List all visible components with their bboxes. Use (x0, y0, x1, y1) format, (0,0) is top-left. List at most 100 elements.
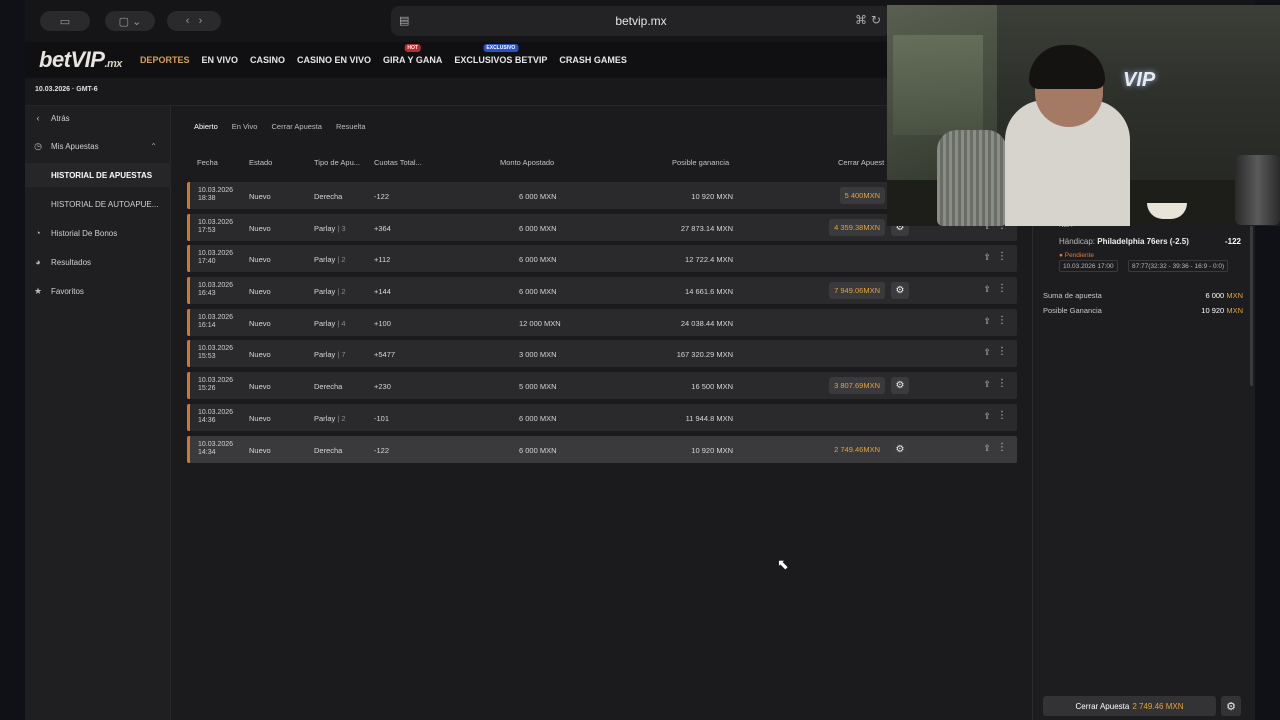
sidebar-item-favorites[interactable]: ★ Favoritos (25, 279, 171, 303)
back-link[interactable]: ‹ Atrás (25, 106, 171, 130)
nav-item-3[interactable]: CASINO EN VIVO (297, 55, 371, 65)
chevron-up-icon: ⌃ (150, 141, 157, 151)
bet-payout: 12 722.4 MXN (685, 255, 733, 265)
main-nav: DEPORTES EN VIVO CASINO CASINO EN VIVO GIRA … (140, 44, 627, 65)
my-bets-menu[interactable]: ◷ Mis Apuestas ⌃ (25, 134, 171, 158)
cashout-amount-button[interactable]: 2 749.46MXN (829, 441, 885, 458)
page-menu-icon[interactable]: ▤ (399, 14, 409, 27)
bet-payout: 11 944.8 MXN (685, 413, 733, 423)
bet-stake: 12 000 MXN (519, 318, 561, 328)
share-icon[interactable]: ⇪ (983, 284, 991, 295)
payout-row: Posible Ganancia 10 920 MXN (1043, 306, 1243, 315)
table-row[interactable]: 10.03.2026 16:43 Nuevo Parlay | 2 +144 6 000 … (187, 277, 1017, 305)
nav-item-6[interactable]: CRASH GAMES (559, 55, 627, 65)
bet-payout: 10 920 MXN (691, 445, 733, 455)
nav-item-2[interactable]: CASINO (250, 55, 285, 65)
back-forward-buttons[interactable]: ‹ › (167, 11, 221, 31)
more-options-icon[interactable]: ⋮ (997, 251, 1007, 262)
bet-datetime: 10.03.2026 17:53 (198, 218, 234, 234)
more-options-icon[interactable]: ⋮ (997, 346, 1007, 357)
mouse-cursor-icon: ⬉ (777, 556, 789, 572)
cashout-button[interactable]: Cerrar Apuesta 2 749.46 MXN (1043, 696, 1216, 716)
nav-item-1[interactable]: EN VIVO (201, 55, 238, 65)
translate-reload-icons[interactable]: ⌘↻ (855, 13, 885, 27)
gear-icon[interactable]: ⚙ (891, 377, 909, 395)
nav-item-0[interactable]: DEPORTES (140, 55, 190, 65)
cashout-amount-button[interactable]: 5 400MXN (839, 187, 885, 204)
gear-icon[interactable]: ⚙ (891, 440, 909, 458)
bet-status: Nuevo (249, 382, 271, 392)
more-options-icon[interactable]: ⋮ (997, 315, 1007, 326)
bet-payout: 167 320.29 MXN (676, 350, 733, 360)
cashout-settings-gear-icon[interactable]: ⚙ (1221, 696, 1241, 716)
col-date[interactable]: Fecha (197, 158, 218, 167)
share-icon[interactable]: ⇪ (983, 252, 991, 263)
bet-payout: 16 500 MXN (691, 382, 733, 392)
nav-item-5[interactable]: EXCLUSIVOS BETVIP EXCLUSIVO (454, 44, 547, 65)
more-options-icon[interactable]: ⋮ (997, 442, 1007, 453)
more-options-icon[interactable]: ⋮ (997, 378, 1007, 389)
share-icon[interactable]: ⇪ (983, 443, 991, 454)
cashout-amount-button[interactable]: 4 359.38MXN (829, 218, 885, 236)
kickoff-time: 10.03.2026 17:00 (1059, 260, 1118, 272)
office-chair (937, 130, 1007, 226)
handicap-line: Hándicap: Philadelphia 76ers (-2.5) (1059, 237, 1189, 246)
bet-stake: 6 000 MXN (519, 287, 557, 297)
bet-stake: 6 000 MXN (519, 445, 557, 455)
bet-type: Derecha (314, 382, 343, 392)
sidebar-item-bet-history[interactable]: HISTORIAL DE APUESTAS (25, 163, 171, 187)
bet-stake: 6 000 MXN (519, 192, 557, 201)
sidebar-item-results[interactable]: ◕ Resultados (25, 250, 171, 274)
bet-type: Parlay | 3 (314, 223, 346, 233)
table-row[interactable]: 10.03.2026 16:14 Nuevo Parlay | 4 +100 12 000… (187, 308, 1017, 336)
address-bar[interactable]: ▤ betvip.mx ⌘↻ (391, 6, 891, 36)
share-icon[interactable]: ⇪ (983, 379, 991, 390)
table-row[interactable]: 10.03.2026 14:34 Nuevo Derecha -122 6 000 MXN… (187, 435, 1017, 463)
sidebar-item-auto-history[interactable]: HISTORIAL DE AUTOAPUE... (25, 192, 171, 216)
cashout-amount-button[interactable]: 3 807.69MXN (829, 377, 885, 395)
col-odds[interactable]: Cuotas Total... (374, 158, 422, 167)
col-cashout[interactable]: Cerrar Apuest (838, 158, 884, 167)
more-options-icon[interactable]: ⋮ (997, 283, 1007, 294)
table-row[interactable]: 10.03.2026 17:40 Nuevo Parlay | 2 +112 6 000 … (187, 245, 1017, 273)
col-stake[interactable]: Monto Apostado (500, 158, 554, 167)
cashout-amount-button[interactable]: 7 949.06MXN (829, 282, 885, 300)
sidebar-toggle-button[interactable]: ▭ (40, 11, 90, 31)
col-payout[interactable]: Posible ganancia (672, 158, 729, 167)
url-text: betvip.mx (615, 14, 667, 28)
share-icon[interactable]: ⇪ (983, 411, 991, 422)
results-icon: ◕ (35, 257, 41, 267)
stake-row: Suma de apuesta 6 000 MXN (1043, 291, 1243, 300)
share-icon[interactable]: ⇪ (983, 316, 991, 327)
bet-odds: -101 (374, 413, 390, 423)
bet-stake: 6 000 MXN (519, 255, 557, 265)
tab-live[interactable]: En Vivo (232, 122, 258, 131)
bet-odds: +230 (374, 382, 391, 392)
bet-payout: 27 873.14 MXN (680, 223, 733, 233)
table-row[interactable]: 10.03.2026 15:53 Nuevo Parlay | 7 +5477 3 000… (187, 340, 1017, 368)
tab-open[interactable]: Abierto (194, 122, 218, 131)
bet-status-tabs: Abierto En Vivo Cerrar Apuesta Resuelta (194, 122, 366, 131)
bet-stake: 3 000 MXN (519, 350, 557, 360)
share-icon[interactable]: ⇪ (983, 347, 991, 358)
nav-item-4[interactable]: GIRA Y GANA HOT (383, 44, 442, 65)
tab-overview-button[interactable]: ▢ ⌄ (105, 11, 155, 31)
tab-settled[interactable]: Resuelta (336, 122, 366, 131)
detail-odds: -122 (1224, 237, 1241, 246)
more-options-icon[interactable]: ⋮ (997, 410, 1007, 421)
bet-odds: +100 (374, 318, 391, 328)
betvip-logo[interactable]: betVIP.mx (39, 47, 122, 73)
col-status[interactable]: Estado (249, 158, 272, 167)
bet-datetime: 10.03.2026 14:36 (198, 408, 234, 424)
sidebar-item-bonus-history[interactable]: ◔ Historial De Bonos (25, 221, 171, 245)
bet-odds: +5477 (374, 350, 396, 360)
gear-icon[interactable]: ⚙ (891, 282, 909, 300)
bet-status: Nuevo (249, 413, 271, 423)
tab-cashout[interactable]: Cerrar Apuesta (271, 122, 321, 131)
bet-payout: 14 661.6 MXN (685, 287, 733, 297)
table-row[interactable]: 10.03.2026 15:26 Nuevo Derecha +230 5 000 MXN… (187, 372, 1017, 400)
bet-datetime: 10.03.2026 15:26 (198, 377, 234, 393)
bet-datetime: 10.03.2026 18:38 (198, 187, 234, 202)
col-type[interactable]: Tipo de Apu... (314, 158, 360, 167)
table-row[interactable]: 10.03.2026 14:36 Nuevo Parlay | 2 -101 6 000 … (187, 403, 1017, 431)
